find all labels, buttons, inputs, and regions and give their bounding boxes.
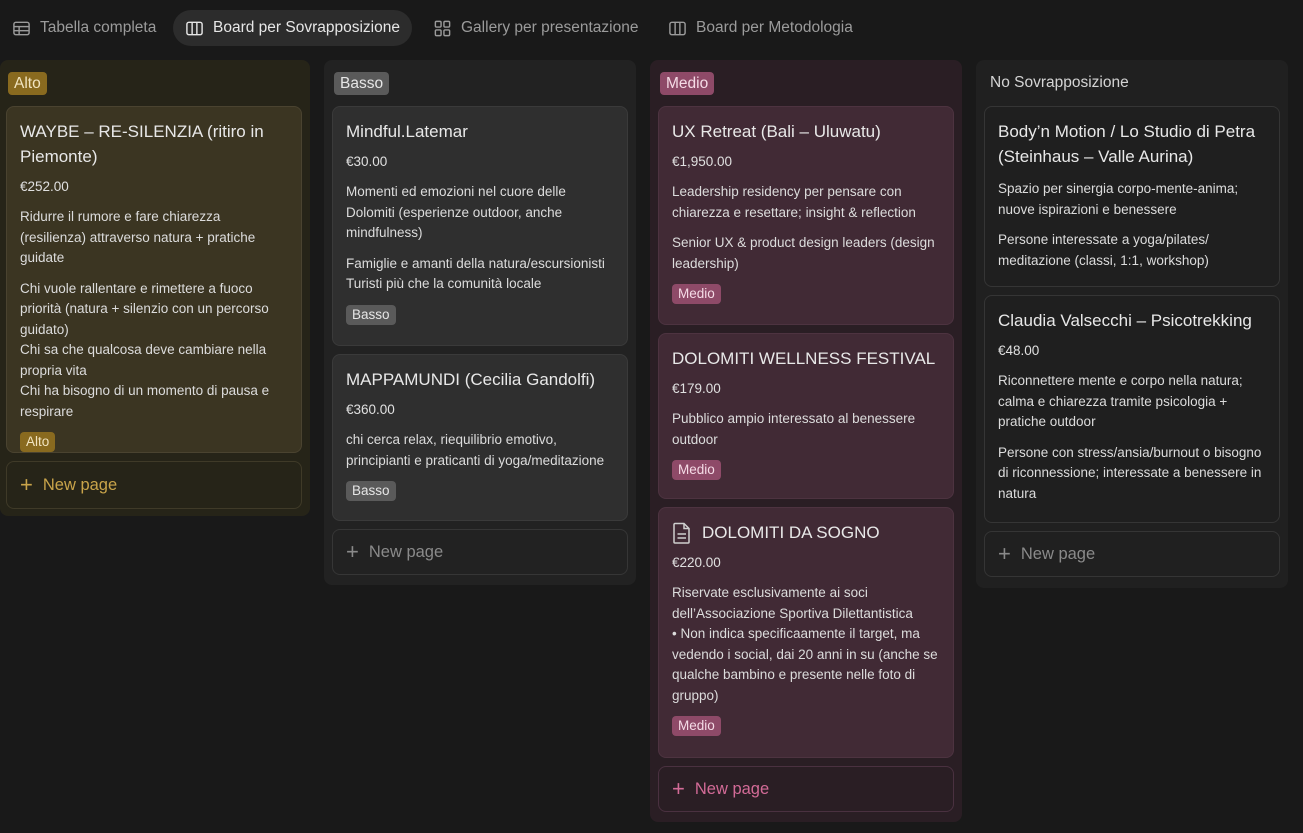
- tab-label: Gallery per presentazione: [461, 19, 639, 36]
- gallery-icon: [434, 20, 451, 36]
- new-page-button[interactable]: + New page: [984, 531, 1280, 577]
- card-target: Famiglie e amanti della natura/escursion…: [346, 255, 605, 292]
- tab-gallery-per-presentazione[interactable]: Gallery per presentazione: [421, 10, 651, 46]
- card-description: Momenti ed emozioni nel cuore delle Dolo…: [346, 184, 566, 240]
- card-description: Riservate esclusivamente ai soci dell’As…: [672, 585, 938, 703]
- card-price: €1,950.00: [672, 154, 733, 169]
- board-card[interactable]: UX Retreat (Bali – Uluwatu) €1,950.00 Le…: [658, 106, 954, 325]
- board-card[interactable]: DOLOMITI WELLNESS FESTIVAL €179.00 Pubbl…: [658, 333, 954, 499]
- new-page-button[interactable]: + New page: [6, 461, 302, 509]
- card-title: Claudia Valsecchi – Psicotrekking: [998, 311, 1252, 330]
- tab-board-per-sovrapposizione[interactable]: Board per Sovrapposizione: [173, 10, 412, 46]
- group-tag-medio: Medio: [660, 71, 715, 95]
- card-description: Ridurre il rumore e fare chiarezza (resi…: [20, 209, 256, 265]
- tab-label: Tabella completa: [40, 19, 157, 36]
- plus-icon: +: [998, 541, 1011, 566]
- group-tag-basso: Basso: [334, 71, 390, 95]
- card-badge: Alto: [20, 432, 56, 452]
- card-price: €360.00: [346, 402, 395, 417]
- board-card[interactable]: WAYBE – RE-SILENZIA (ritiro in Piemonte)…: [6, 106, 302, 453]
- card-target: Senior UX & product design leaders (desi…: [672, 235, 935, 271]
- table-icon: [13, 21, 30, 35]
- card-target: Persone con stress/ansia/burnout o bisog…: [998, 444, 1262, 501]
- tab-board-per-metodologia[interactable]: Board per Metodologia: [656, 10, 865, 46]
- card-badge: Medio: [672, 284, 721, 304]
- new-page-label: New page: [694, 779, 770, 798]
- group-label-no-sovrapposizione: No Sovrapposizione: [990, 74, 1129, 91]
- card-badge: Medio: [672, 716, 721, 736]
- card-description: Leadership residency per pensare con chi…: [672, 184, 916, 220]
- new-page-button[interactable]: + New page: [332, 529, 628, 575]
- board-icon: [186, 21, 203, 35]
- new-page-label: New page: [42, 475, 118, 494]
- plus-icon: +: [20, 472, 33, 497]
- board-icon: [669, 21, 686, 35]
- card-title-row: DOLOMITI DA SOGNO: [672, 520, 940, 545]
- card-title: UX Retreat (Bali – Uluwatu): [672, 122, 881, 141]
- new-page-label: New page: [368, 542, 444, 561]
- card-price: €220.00: [672, 555, 721, 570]
- card-badge: Basso: [346, 304, 396, 325]
- card-description: Pubblico ampio interessato al benessere …: [672, 411, 916, 447]
- card-price: €30.00: [346, 154, 388, 169]
- board-card[interactable]: Mindful.Latemar €30.00 Momenti ed emozio…: [332, 106, 628, 346]
- board-column-basso: Basso Mindful.Latemar €30.00 Momenti ed …: [324, 60, 636, 585]
- column-header: No Sovrapposizione: [984, 60, 1280, 106]
- card-title: Mindful.Latemar: [346, 122, 468, 141]
- card-badge: Basso: [346, 481, 396, 501]
- board-card[interactable]: Claudia Valsecchi – Psicotrekking €48.00…: [984, 295, 1280, 523]
- card-description: Spazio per sinergia corpo-mente-anima; n…: [998, 181, 1239, 217]
- group-tag-alto: Alto: [8, 71, 47, 95]
- column-header: Alto: [6, 60, 302, 106]
- card-target: Persone interessate a yoga/pilates/ medi…: [998, 232, 1209, 268]
- tab-label: Board per Sovrapposizione: [213, 19, 400, 36]
- board-card[interactable]: DOLOMITI DA SOGNO €220.00 Riservate escl…: [658, 507, 954, 758]
- new-page-button[interactable]: + New page: [658, 766, 954, 812]
- card-title: DOLOMITI DA SOGNO: [702, 523, 880, 542]
- view-tabs: Tabella completa Board per Sovrapposizio…: [0, 0, 1303, 58]
- card-title: MAPPAMUNDI (Cecilia Gandolfi): [346, 370, 596, 389]
- card-description: chi cerca relax, riequilibrio emotivo, p…: [346, 432, 605, 468]
- board-column-alto: Alto WAYBE – RE-SILENZIA (ritiro in Piem…: [0, 60, 310, 516]
- card-title: Body’n Motion / Lo Studio di Petra (Stei…: [998, 122, 1256, 166]
- tab-label: Board per Metodologia: [696, 19, 853, 36]
- document-icon: [673, 522, 690, 544]
- column-header: Medio: [658, 60, 954, 106]
- column-header: Basso: [332, 60, 628, 106]
- board-column-no-sovrapposizione: No Sovrapposizione Body’n Motion / Lo St…: [976, 60, 1288, 588]
- card-price: €252.00: [20, 179, 69, 194]
- card-badge: Medio: [672, 460, 721, 480]
- card-price: €48.00: [998, 343, 1040, 358]
- board-card[interactable]: Body’n Motion / Lo Studio di Petra (Stei…: [984, 106, 1280, 287]
- tab-tabella-completa[interactable]: Tabella completa: [0, 10, 168, 46]
- card-price: €179.00: [672, 381, 721, 396]
- plus-icon: +: [672, 776, 685, 801]
- plus-icon: +: [346, 539, 359, 564]
- card-description: Riconnettere mente e corpo nella natura;…: [998, 373, 1243, 429]
- board-card[interactable]: MAPPAMUNDI (Cecilia Gandolfi) €360.00 ch…: [332, 354, 628, 521]
- new-page-label: New page: [1020, 544, 1096, 563]
- card-target: Chi vuole rallentare e rimettere a fuoco…: [20, 280, 270, 419]
- card-title: DOLOMITI WELLNESS FESTIVAL: [672, 349, 936, 368]
- card-title: WAYBE – RE-SILENZIA (ritiro in Piemonte): [20, 122, 264, 166]
- board-column-medio: Medio UX Retreat (Bali – Uluwatu) €1,950…: [650, 60, 962, 822]
